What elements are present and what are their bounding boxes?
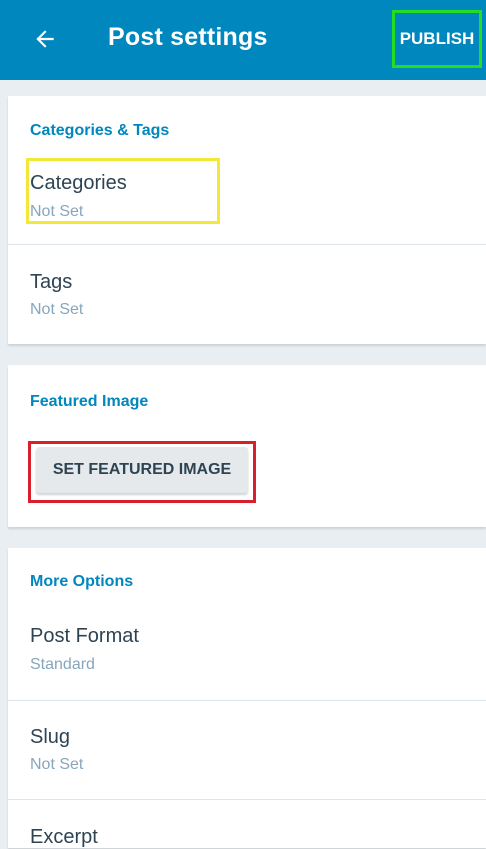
slug-row[interactable]: Slug Not Set (8, 701, 486, 799)
slug-label: Slug (30, 726, 71, 748)
more-options-title: More Options (30, 573, 134, 590)
featured-image-title: Featured Image (30, 393, 149, 410)
post-format-value: Standard (30, 656, 95, 673)
more-options-section: More Options Post Format Standard Slug N… (8, 548, 486, 848)
back-button[interactable] (28, 22, 62, 56)
categories-row[interactable]: Categories Not Set (8, 158, 486, 244)
categories-tags-section: Categories & Tags Categories Not Set Tag… (8, 96, 486, 344)
top-app-bar: Post settings PUBLISH (0, 0, 486, 80)
featured-image-section: Featured Image SET FEATURED IMAGE (8, 365, 486, 527)
categories-value: Not Set (30, 203, 84, 220)
post-format-label: Post Format (30, 625, 139, 647)
tags-value: Not Set (30, 301, 84, 318)
tags-row[interactable]: Tags Not Set (8, 245, 486, 344)
categories-tags-title: Categories & Tags (30, 122, 170, 139)
set-featured-image-button[interactable]: SET FEATURED IMAGE (36, 447, 248, 493)
excerpt-row[interactable]: Excerpt (8, 800, 486, 848)
page-title: Post settings (108, 23, 268, 51)
post-format-row[interactable]: Post Format Standard (8, 600, 486, 700)
publish-button[interactable]: PUBLISH (392, 10, 482, 68)
slug-value: Not Set (30, 756, 84, 773)
categories-label: Categories (30, 172, 127, 194)
excerpt-label: Excerpt (30, 826, 98, 848)
tags-label: Tags (30, 271, 73, 293)
arrow-left-icon (36, 30, 54, 48)
